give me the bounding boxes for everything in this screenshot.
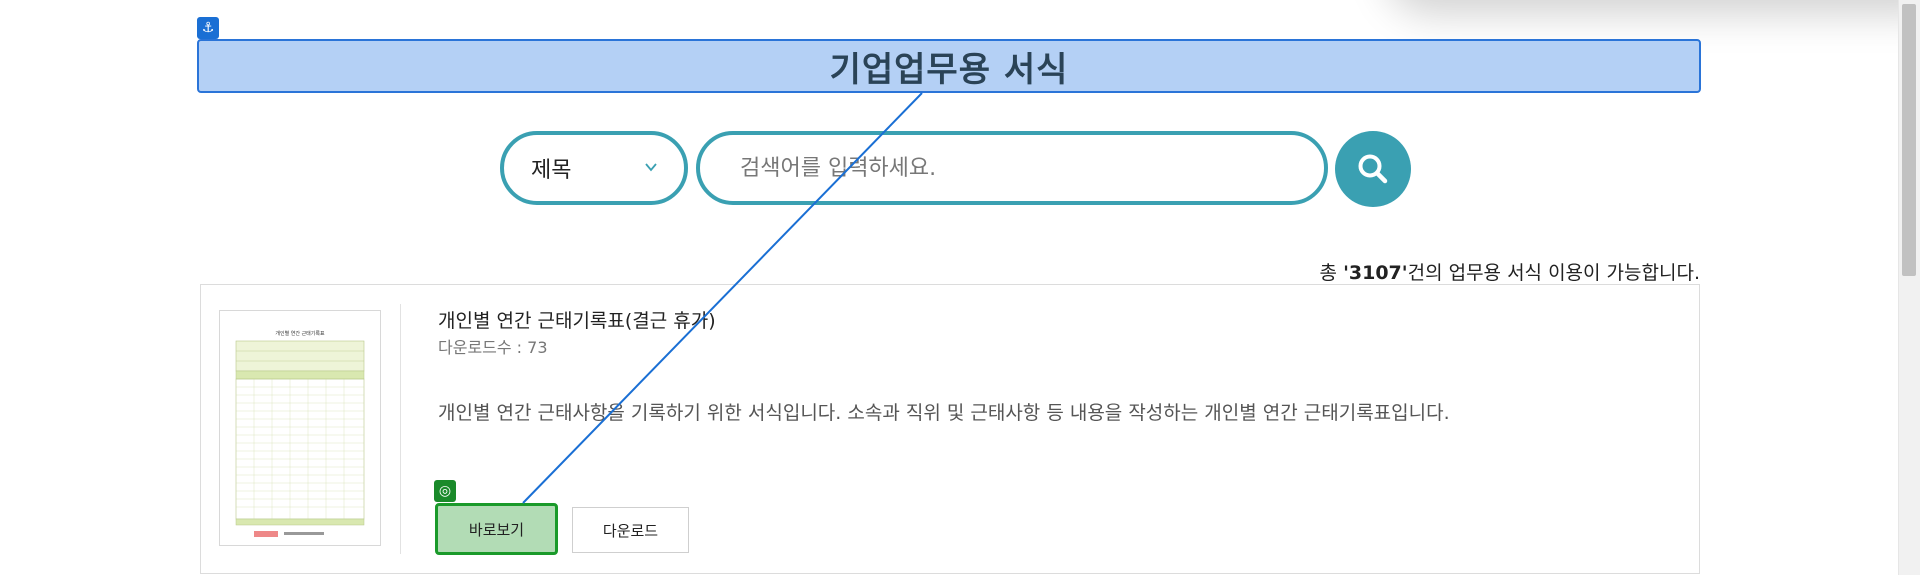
result-count-text: 총 '3107'건의 업무용 서식 이용이 가능합니다. bbox=[1100, 258, 1700, 285]
count-suffix: 건의 업무용 서식 이용이 가능합니다. bbox=[1407, 262, 1700, 284]
search-input-container[interactable] bbox=[696, 131, 1328, 205]
search-icon bbox=[1358, 154, 1388, 184]
result-title[interactable]: 개인별 연간 근태기록표(결근 휴가) bbox=[438, 306, 716, 333]
download-count: 다운로드수 : 73 bbox=[438, 338, 548, 357]
page-title-banner: 기업업무용 서식 bbox=[197, 39, 1701, 93]
search-button[interactable] bbox=[1335, 131, 1411, 207]
target-icon: ◎ bbox=[434, 480, 456, 502]
anchor-icon: ⚓ bbox=[197, 17, 219, 39]
result-card bbox=[200, 284, 1700, 574]
page-title: 기업업무용 서식 bbox=[829, 49, 1069, 90]
document-thumbnail[interactable]: 개인별 연간 근태기록표 bbox=[219, 310, 381, 546]
result-description: 개인별 연간 근태사항을 기록하기 위한 서식입니다. 소속과 직위 및 근태사… bbox=[438, 402, 1450, 424]
search-field-value: 제목 bbox=[531, 158, 572, 183]
count-value: '3107' bbox=[1343, 262, 1408, 284]
scrollbar-thumb[interactable] bbox=[1902, 4, 1916, 276]
preview-button[interactable]: 바로보기 bbox=[435, 503, 558, 555]
count-prefix: 총 bbox=[1319, 262, 1344, 284]
download-button[interactable]: 다운로드 bbox=[572, 507, 689, 553]
chevron-down-icon bbox=[644, 160, 660, 176]
search-input[interactable] bbox=[738, 154, 1286, 182]
card-divider bbox=[400, 304, 401, 554]
thumbnail-title: 개인별 연간 근태기록표 bbox=[275, 330, 325, 337]
search-field-select[interactable]: 제목 bbox=[500, 131, 688, 205]
